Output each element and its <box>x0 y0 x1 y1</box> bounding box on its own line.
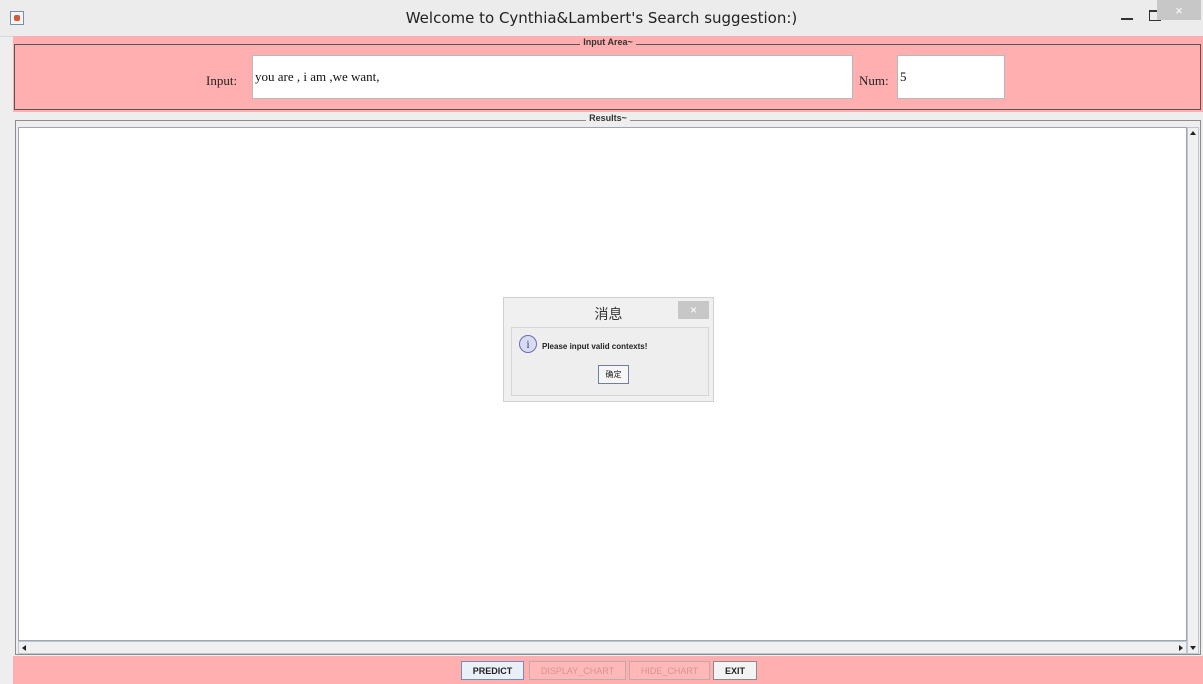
results-title: Results~ <box>586 113 630 123</box>
hide-chart-button[interactable]: HIDE_CHART <box>629 661 710 680</box>
predict-button[interactable]: PREDICT <box>461 661 524 680</box>
scroll-left-arrow-icon[interactable] <box>22 645 26 651</box>
title-bar: Welcome to Cynthia&Lambert's Search sugg… <box>0 0 1203 37</box>
info-icon: i <box>519 335 537 353</box>
dialog-close-button[interactable]: × <box>678 301 709 319</box>
close-window-button[interactable]: × <box>1157 0 1201 20</box>
input-area-title: Input Area~ <box>580 37 636 47</box>
button-bar: PREDICT DISPLAY_CHART HIDE_CHART EXIT <box>13 656 1203 684</box>
display-chart-button[interactable]: DISPLAY_CHART <box>529 661 626 680</box>
input-label: Input: <box>206 73 238 88</box>
scroll-right-arrow-icon[interactable] <box>1179 645 1183 651</box>
scroll-up-arrow-icon[interactable] <box>1190 131 1196 135</box>
vertical-scrollbar[interactable] <box>1187 127 1199 654</box>
dialog-message: Please input valid contexts! <box>542 342 648 351</box>
input-field[interactable]: you are , i am ,we want, <box>252 55 853 99</box>
minimize-button[interactable] <box>1113 2 1141 28</box>
input-area-panel: Input Area~ Input: you are , i am ,we wa… <box>13 36 1203 112</box>
message-dialog: 消息 × i Please input valid contexts! 确定 <box>503 297 714 402</box>
num-field[interactable]: 5 <box>897 55 1005 99</box>
num-label: Num: <box>859 73 889 88</box>
window-title: Welcome to Cynthia&Lambert's Search sugg… <box>405 9 798 27</box>
exit-button[interactable]: EXIT <box>713 661 757 680</box>
scroll-down-arrow-icon[interactable] <box>1190 646 1196 650</box>
dialog-body: i Please input valid contexts! 确定 <box>511 327 709 396</box>
horizontal-scrollbar[interactable] <box>18 641 1187 654</box>
ok-button[interactable]: 确定 <box>598 365 629 384</box>
